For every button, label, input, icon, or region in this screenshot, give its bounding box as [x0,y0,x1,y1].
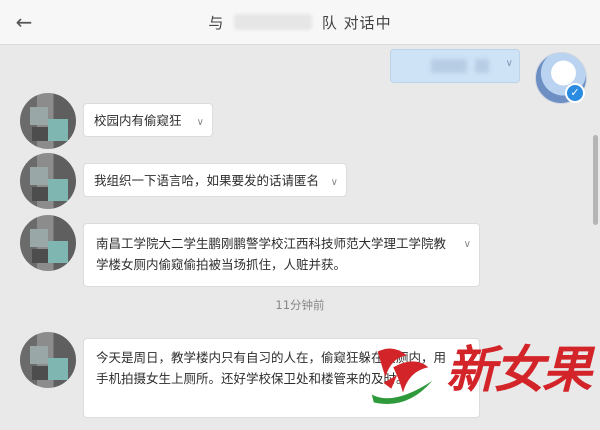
chevron-down-icon[interactable]: ∨ [464,234,471,255]
avatar[interactable] [20,153,76,209]
chat-header: ← 与 队 对话中 [0,0,600,45]
chat-title: 与 队 对话中 [0,12,600,33]
redacted-name [234,14,313,30]
avatar[interactable] [20,332,76,388]
watermark-text: 新女果 [446,340,592,399]
message-text: 南昌工学院大二学生鹏刚鹏警学校江西科技师范大学理工学院教学楼女厕内偷窥偷拍被当场… [96,236,447,272]
avatar[interactable] [20,215,76,271]
chevron-down-icon[interactable]: ∨ [197,112,204,133]
avatar[interactable] [20,93,76,149]
message-bubble[interactable]: 校园内有偷窥狂 ∨ [83,103,213,137]
redacted-text [475,59,489,73]
message-text: 校园内有偷窥狂 [94,113,182,128]
message-text: 我组织一下语言哈，如果要发的话请匿名 [94,173,320,188]
watermark: 新女果 [358,310,600,430]
title-prefix: 与 [208,14,225,32]
news-logo-icon [371,348,433,404]
my-message-bubble[interactable]: ∨ [390,49,520,83]
chevron-down-icon[interactable]: ∨ [331,172,338,193]
message-bubble[interactable]: 南昌工学院大二学生鹏刚鹏警学校江西科技师范大学理工学院教学楼女厕内偷窥偷拍被当场… [83,223,480,287]
title-suffix: 队 对话中 [321,14,392,32]
message-bubble[interactable]: 我组织一下语言哈，如果要发的话请匿名 ∨ [83,163,347,197]
verified-check-icon: ✓ [565,83,585,103]
redacted-text [431,59,467,73]
chevron-down-icon[interactable]: ∨ [506,58,513,69]
scrollbar-thumb[interactable] [593,135,598,225]
